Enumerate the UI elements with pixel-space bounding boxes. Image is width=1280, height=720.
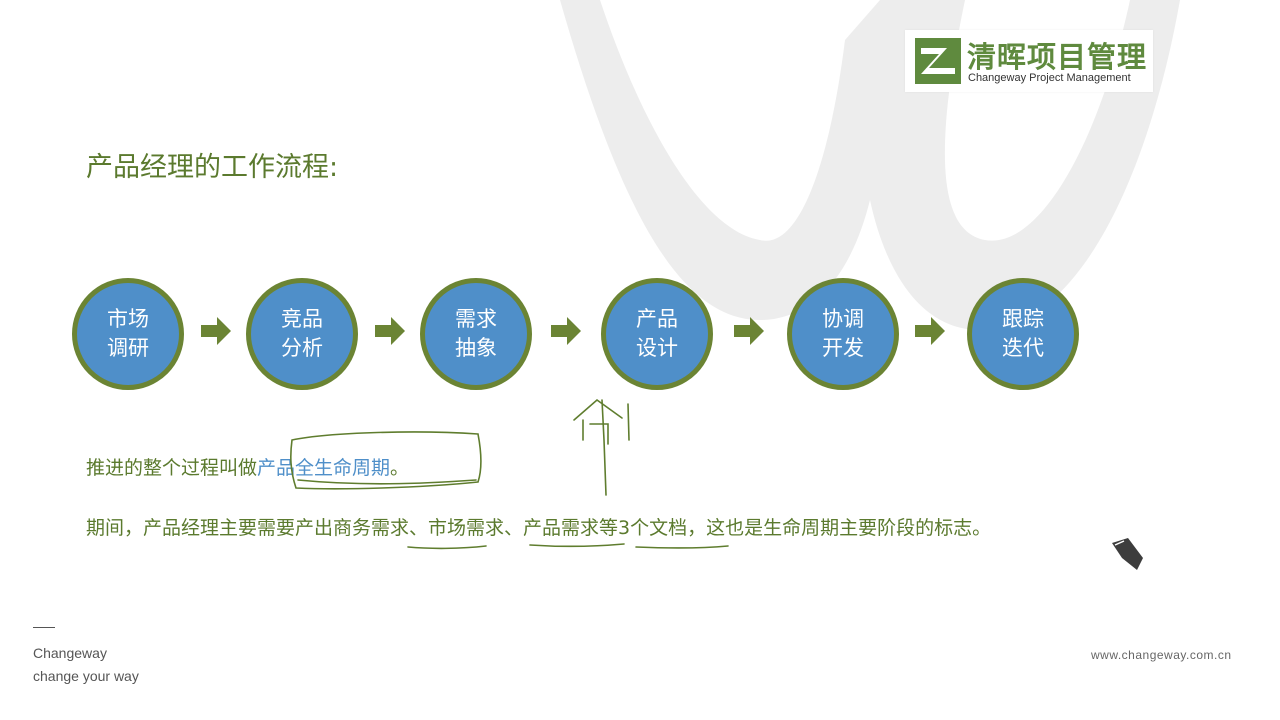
logo-chinese-name: 清晖项目管理	[967, 40, 1148, 74]
lifecycle-sentence: 推进的整个过程叫做产品全生命周期。	[86, 453, 409, 480]
lifecycle-prefix: 推进的整个过程叫做	[86, 457, 258, 479]
arrow-right-icon	[201, 317, 231, 345]
footer-tagline: change your way	[33, 668, 139, 684]
step-product-design: 产品 设计	[601, 278, 713, 390]
company-logo: 清晖项目管理 Changeway Project Management	[905, 30, 1153, 92]
step-label-line1: 竞品	[281, 307, 323, 331]
step-label-line2: 设计	[636, 336, 678, 360]
logo-icon	[915, 38, 961, 84]
footer-divider	[33, 627, 55, 628]
step-label-line1: 产品	[636, 307, 678, 331]
step-competitor-analysis: 竞品 分析	[246, 278, 358, 390]
footer-brand: Changeway	[33, 645, 107, 661]
logo-english-name: Changeway Project Management	[968, 72, 1131, 84]
step-label-line1: 需求	[455, 307, 497, 331]
footer-website-link[interactable]: www.changeway.com.cn	[1091, 648, 1232, 662]
documents-sentence: 期间，产品经理主要需要产出商务需求、市场需求、产品需求等3个文档，这也是生命周期…	[86, 517, 992, 539]
step-label-line1: 协调	[822, 307, 864, 331]
slide-title: 产品经理的工作流程:	[86, 152, 339, 183]
step-label-line2: 分析	[281, 336, 323, 360]
step-requirement-abstraction: 需求 抽象	[420, 278, 532, 390]
lifecycle-term: 产品全生命周期	[257, 457, 391, 479]
step-label-line2: 开发	[822, 336, 864, 360]
step-label-line2: 抽象	[455, 336, 497, 360]
step-coordinate-development: 协调 开发	[787, 278, 899, 390]
lifecycle-suffix: 。	[390, 457, 410, 479]
arrow-right-icon	[915, 317, 945, 345]
arrow-right-icon	[551, 317, 581, 345]
step-market-research: 市场 调研	[72, 278, 184, 390]
step-label-line2: 迭代	[1002, 336, 1044, 360]
arrow-right-icon	[375, 317, 405, 345]
step-label-line1: 跟踪	[1002, 307, 1044, 331]
step-label-line2: 调研	[107, 336, 149, 360]
arrow-right-icon	[734, 317, 764, 345]
step-label-line1: 市场	[107, 307, 149, 331]
step-track-iterate: 跟踪 迭代	[967, 278, 1079, 390]
